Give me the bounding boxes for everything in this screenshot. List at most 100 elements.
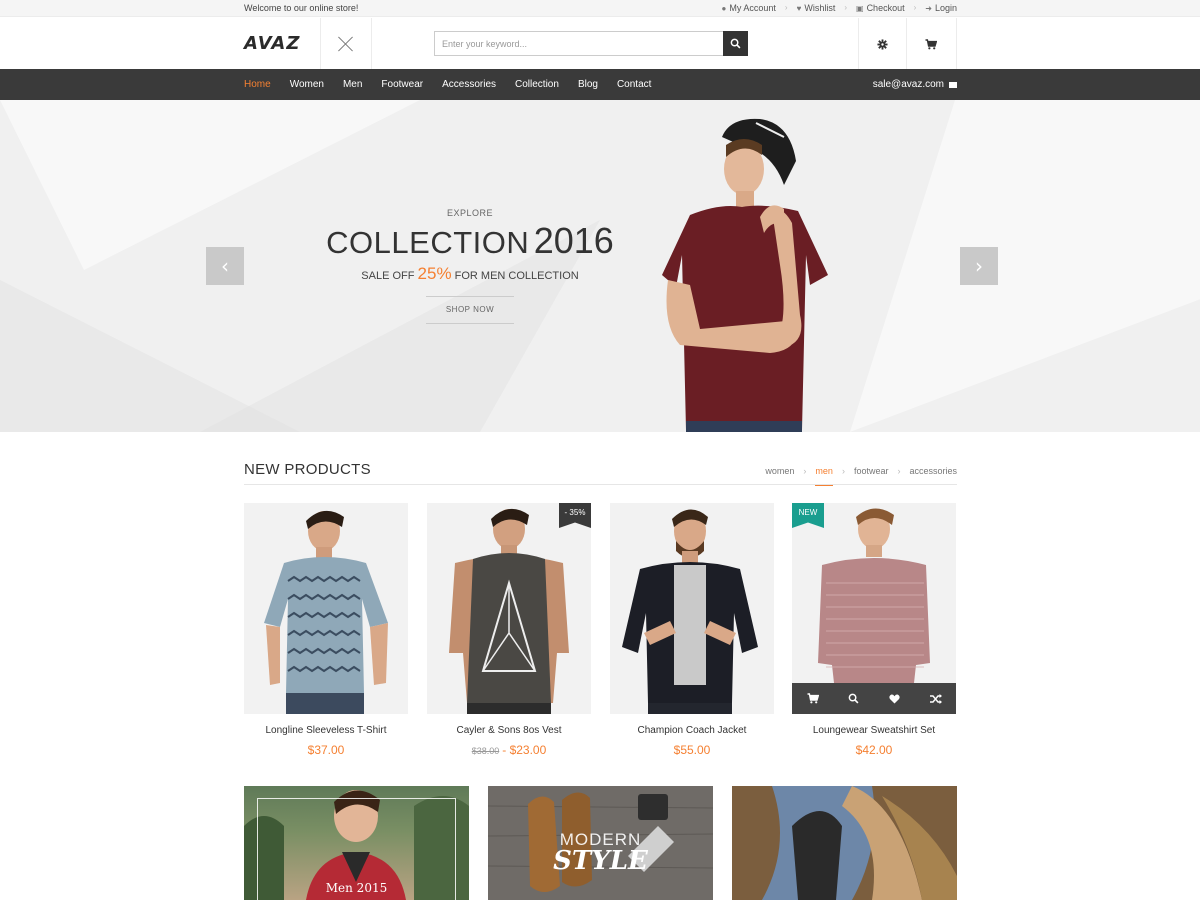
welcome-text: Welcome to our online store!	[244, 3, 359, 13]
product-image[interactable]	[610, 503, 774, 714]
promo-banner-men[interactable]: Men 2015	[244, 786, 469, 900]
product-price: $55.00	[673, 743, 711, 757]
heart-icon: ♥	[796, 3, 802, 13]
nav-item-blog[interactable]: Blog	[578, 79, 598, 90]
gear-icon	[876, 38, 888, 50]
filter-women[interactable]: women	[765, 466, 794, 476]
separator: ›	[803, 466, 807, 476]
search-icon	[848, 693, 859, 704]
hero-model-image	[662, 118, 828, 432]
product-card[interactable]: - 35% Cayler & Sons 8os Vest $38.00- $23…	[427, 503, 591, 757]
background-shape	[850, 100, 1200, 432]
product-card[interactable]: Champion Coach Jacket $55.00	[610, 503, 774, 757]
settings-button[interactable]	[874, 36, 890, 52]
login-link[interactable]: ➜ Login	[925, 3, 957, 13]
filter-men[interactable]: men	[815, 466, 833, 486]
product-card[interactable]: Longline Sleeveless T-Shirt $37.00	[244, 503, 408, 757]
product-image[interactable]	[244, 503, 408, 714]
nav-item-home[interactable]: Home	[244, 79, 271, 90]
nav-item-footwear[interactable]: Footwear	[381, 79, 423, 90]
product-name[interactable]: Cayler & Sons 8os Vest	[427, 725, 591, 736]
product-price: $37.00	[307, 743, 345, 757]
heart-icon	[889, 694, 900, 704]
nav-item-men[interactable]: Men	[343, 79, 362, 90]
main-nav: Home Women Men Footwear Accessories Coll…	[0, 69, 1200, 100]
email-link[interactable]: sale@avaz.com	[873, 79, 957, 90]
banner-modern-label: MODERN	[559, 830, 642, 849]
hero-title-year: 2016	[533, 220, 614, 261]
hero-caption: EXPLORE COLLECTION 2016 SALE OFF 25% FOR…	[300, 208, 640, 324]
quick-view-button[interactable]	[833, 683, 874, 714]
account-links: ● My Account › ♥ Wishlist › ▣ Checkout ›…	[722, 3, 957, 13]
banner-style-caption: MODERN STYLE	[488, 830, 713, 874]
cart-button[interactable]	[923, 36, 939, 52]
logo[interactable]: AVAZ	[244, 33, 300, 54]
divider	[320, 18, 321, 69]
filter-accessories[interactable]: accessories	[909, 466, 957, 476]
login-icon: ➜	[925, 3, 932, 13]
chevron-left-icon: ‹	[221, 254, 229, 278]
product-name[interactable]: Loungewear Sweatshirt Set	[792, 725, 956, 736]
chevron-right-icon: ›	[975, 254, 983, 278]
product-image[interactable]: - 35%	[427, 503, 591, 714]
hero-sale-prefix: SALE OFF	[361, 270, 415, 282]
hero-title-word: COLLECTION	[326, 225, 530, 260]
close-icon[interactable]	[336, 34, 356, 54]
add-to-cart-button[interactable]	[792, 683, 833, 714]
divider	[371, 18, 372, 69]
checkout-label: Checkout	[866, 3, 905, 13]
email-address: sale@avaz.com	[872, 79, 944, 90]
cart-icon	[807, 693, 819, 704]
section-title: NEW PRODUCTS	[244, 461, 371, 478]
product-photo	[449, 508, 569, 714]
hero-sale-line: SALE OFF 25% FOR MEN COLLECTION	[300, 264, 640, 284]
banner-photo	[732, 786, 957, 900]
topbar: Welcome to our online store! ● My Accoun…	[0, 0, 1200, 17]
product-card[interactable]: NEW Loungewear Sweatshirt Set $42.00	[792, 503, 956, 757]
slider-prev-button[interactable]: ‹	[206, 247, 244, 285]
separator: ›	[913, 3, 917, 12]
my-account-label: My Account	[729, 3, 776, 13]
product-photo	[264, 510, 388, 714]
separator: ›	[897, 466, 901, 476]
hero-sale-percent: 25%	[417, 264, 452, 283]
promo-banner-style[interactable]: MODERN STYLE	[488, 786, 713, 900]
product-filters: women › men › footwear › accessories	[765, 466, 957, 486]
price-separator: -	[502, 743, 507, 757]
promo-banner-women[interactable]	[732, 786, 957, 900]
slider-next-button[interactable]: ›	[960, 247, 998, 285]
filter-footwear[interactable]: footwear	[854, 466, 889, 476]
wishlist-link[interactable]: ♥ Wishlist	[797, 3, 836, 13]
compare-button[interactable]	[915, 683, 956, 714]
nav-item-contact[interactable]: Contact	[617, 79, 651, 90]
product-price: $42.00	[855, 743, 893, 757]
checkout-link[interactable]: ▣ Checkout	[856, 3, 905, 13]
background-shape	[0, 280, 300, 432]
wishlist-button[interactable]	[874, 683, 915, 714]
divider	[956, 18, 957, 69]
product-image[interactable]: NEW	[792, 503, 956, 714]
product-name[interactable]: Champion Coach Jacket	[610, 725, 774, 736]
search-input[interactable]	[434, 31, 724, 56]
nav-item-collection[interactable]: Collection	[515, 79, 559, 90]
product-photo	[622, 509, 758, 714]
product-price: $23.00	[509, 743, 547, 757]
hero-slider: ‹ › EXPLORE COLLECTION 2016 SALE OFF 25%…	[0, 100, 1200, 432]
header: AVAZ	[0, 18, 1200, 69]
login-label: Login	[934, 3, 957, 13]
hero-title: COLLECTION 2016	[300, 220, 640, 262]
shuffle-icon	[929, 693, 942, 704]
nav-item-accessories[interactable]: Accessories	[442, 79, 496, 90]
nav-item-women[interactable]: Women	[290, 79, 324, 90]
my-account-link[interactable]: ● My Account	[722, 3, 776, 13]
product-actions	[792, 683, 956, 714]
hero-sale-suffix: FOR MEN COLLECTION	[454, 270, 579, 282]
separator: ›	[784, 3, 788, 12]
user-icon: ●	[721, 3, 727, 13]
search-button[interactable]	[723, 31, 748, 56]
banner-men-label: Men 2015	[325, 881, 388, 895]
shop-now-button[interactable]: SHOP NOW	[426, 296, 514, 324]
product-old-price: $38.00	[471, 746, 500, 756]
cart-icon	[925, 38, 937, 49]
product-name[interactable]: Longline Sleeveless T-Shirt	[244, 725, 408, 736]
